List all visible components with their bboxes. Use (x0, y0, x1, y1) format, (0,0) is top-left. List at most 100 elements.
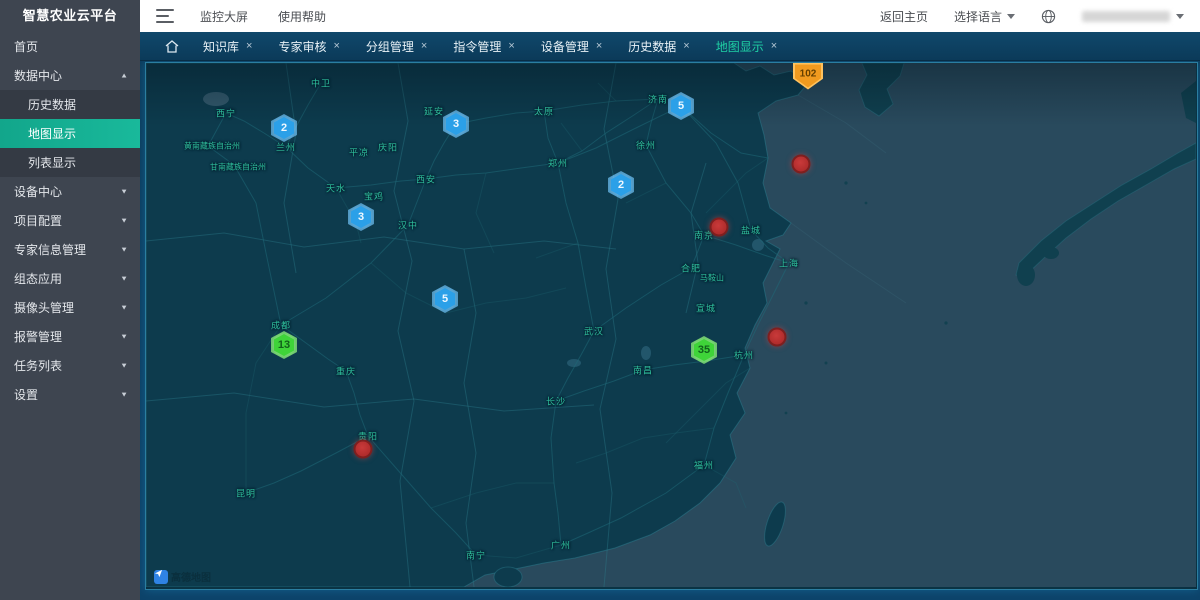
sidebar-item[interactable]: 地图显示 (0, 119, 140, 148)
map-city-label: 武汉 (584, 325, 604, 338)
sidebar-item-label: 组态应用 (14, 270, 62, 287)
map-city-label: 马鞍山 (700, 273, 724, 284)
sidebar-item-label: 地图显示 (28, 125, 76, 142)
tab-active[interactable]: 地图显示× (703, 32, 790, 60)
sidebar-item[interactable]: 报警管理 ▼ (0, 322, 140, 351)
tab-close-icon[interactable]: × (333, 40, 339, 52)
nav-monitor-screen[interactable]: 监控大屏 (200, 8, 248, 25)
alarm-point-marker[interactable] (768, 328, 787, 347)
sidebar-item[interactable]: 设置 ▼ (0, 380, 140, 409)
sidebar-item[interactable]: 专家信息管理▼ (0, 235, 140, 264)
tab-label: 知识库 (203, 38, 239, 55)
sidebar-item-label: 设置 (14, 386, 38, 403)
sidebar-item-label: 设备中心 (14, 183, 62, 200)
username-redacted (1082, 11, 1170, 22)
cluster-count: 3 (351, 206, 371, 228)
map-city-label: 昆明 (236, 487, 256, 500)
sidebar-item[interactable]: 首页 (0, 32, 140, 61)
map-city-label: 宝鸡 (364, 190, 384, 203)
map-city-label: 郑州 (548, 157, 568, 170)
chevron-down-icon: ▼ (120, 391, 128, 399)
cluster-count: 13 (274, 334, 294, 356)
tab-close-icon[interactable]: × (771, 40, 777, 52)
tab-item[interactable]: 指令管理× (440, 32, 527, 60)
sidebar-item-label: 首页 (14, 38, 38, 55)
cluster-count: 2 (274, 117, 294, 139)
nav-help[interactable]: 使用帮助 (278, 8, 326, 25)
hexagon-cluster-icon: 2 (608, 171, 634, 199)
cluster-green-marker[interactable]: 35 (691, 336, 717, 364)
map-city-label: 杭州 (734, 349, 754, 362)
map-city-label: 太原 (534, 105, 554, 118)
chevron-down-icon: ▼ (120, 217, 128, 225)
sidebar-item[interactable]: 数据中心▲ (0, 61, 140, 90)
chevron-down-icon: ▼ (120, 362, 128, 370)
tab-label: 历史数据 (628, 38, 676, 55)
tabbar: 知识库×专家审核×分组管理×指令管理×设备管理×历史数据×地图显示× (140, 32, 1200, 61)
map-city-label: 平凉 (349, 146, 369, 159)
chevron-down-icon: ▼ (120, 333, 128, 341)
map-city-label: 重庆 (336, 365, 356, 378)
map-city-label: 盐城 (741, 224, 761, 237)
map-city-label: 庆阳 (378, 141, 398, 154)
cluster-orange-marker[interactable]: 102 (793, 63, 823, 90)
amap-logo-icon[interactable] (154, 570, 168, 584)
map-city-label: 长沙 (546, 395, 566, 408)
tab-item[interactable]: 历史数据 × (615, 32, 702, 60)
user-menu[interactable] (1082, 11, 1184, 22)
chevron-down-icon (1007, 14, 1015, 19)
map-attribution: 高德地图 (154, 569, 211, 584)
cluster-blue-marker[interactable]: 3 (443, 110, 469, 138)
map-city-label: 兰州 (276, 141, 296, 154)
sidebar-item[interactable]: 任务列表▼ (0, 351, 140, 380)
globe-icon[interactable] (1041, 9, 1056, 24)
sidebar-item[interactable]: 列表显示 (0, 148, 140, 177)
cluster-blue-marker[interactable]: 2 (271, 114, 297, 142)
cluster-count: 5 (671, 95, 691, 117)
hexagon-cluster-icon: 2 (271, 114, 297, 142)
cluster-blue-marker[interactable]: 2 (608, 171, 634, 199)
back-home-link[interactable]: 返回主页 (880, 8, 928, 25)
map-canvas[interactable]: 西宁中卫兰州黄南藏族自治州甘南藏族自治州天水平凉庆阳延安西安宝鸡汉中太原郑州济南… (145, 62, 1198, 590)
tab-close-icon[interactable]: × (421, 40, 427, 52)
sidebar-item[interactable]: 设备中心▼ (0, 177, 140, 206)
sidebar-item[interactable]: 历史数据 (0, 90, 140, 119)
sidebar-item[interactable]: 摄像头管理▼ (0, 293, 140, 322)
map-city-label: 徐州 (636, 139, 656, 152)
map-attribution-text: 高德地图 (171, 569, 211, 584)
hexagon-cluster-icon: 13 (271, 331, 297, 359)
topbar: 监控大屏 使用帮助 返回主页 选择语言 (140, 0, 1200, 32)
tab-item[interactable]: 专家审核× (265, 32, 352, 60)
cluster-green-marker[interactable]: 13 (271, 331, 297, 359)
alarm-point-marker[interactable] (792, 155, 811, 174)
tab-item[interactable]: 分组管理× (353, 32, 440, 60)
alarm-point-marker[interactable] (354, 440, 373, 459)
shield-cluster-icon: 102 (793, 63, 823, 90)
tab-close-icon[interactable]: × (508, 40, 514, 52)
map-city-label: 济南 (648, 93, 668, 106)
cluster-blue-marker[interactable]: 3 (348, 203, 374, 231)
chevron-down-icon (1176, 14, 1184, 19)
tab-close-icon[interactable]: × (246, 40, 252, 52)
map-city-label: 合肥 (681, 262, 701, 275)
map-city-label: 南宁 (466, 549, 486, 562)
tab-item[interactable]: 设备管理× (528, 32, 615, 60)
cluster-count: 35 (694, 339, 714, 361)
sidebar-item[interactable]: 组态应用▼ (0, 264, 140, 293)
alarm-point-marker[interactable] (710, 218, 729, 237)
map-city-label: 甘南藏族自治州 (210, 162, 266, 173)
cluster-blue-marker[interactable]: 5 (668, 92, 694, 120)
tab-close-icon[interactable]: × (683, 40, 689, 52)
collapse-sidebar-icon[interactable] (156, 9, 174, 23)
sidebar-item[interactable]: 项目配置▼ (0, 206, 140, 235)
hexagon-cluster-icon: 3 (348, 203, 374, 231)
cluster-blue-marker[interactable]: 5 (432, 285, 458, 313)
home-tab-button[interactable] (154, 40, 190, 53)
sidebar-menu: 首页数据中心▲历史数据地图显示列表显示设备中心▼项目配置▼专家信息管理▼组态应用… (0, 32, 140, 409)
sidebar-item-label: 报警管理 (14, 328, 62, 345)
tab-item[interactable]: 知识库 × (190, 32, 265, 60)
language-select[interactable]: 选择语言 (954, 8, 1015, 25)
map-city-label: 福州 (694, 459, 714, 472)
map-city-label: 成都 (271, 319, 291, 332)
tab-close-icon[interactable]: × (596, 40, 602, 52)
